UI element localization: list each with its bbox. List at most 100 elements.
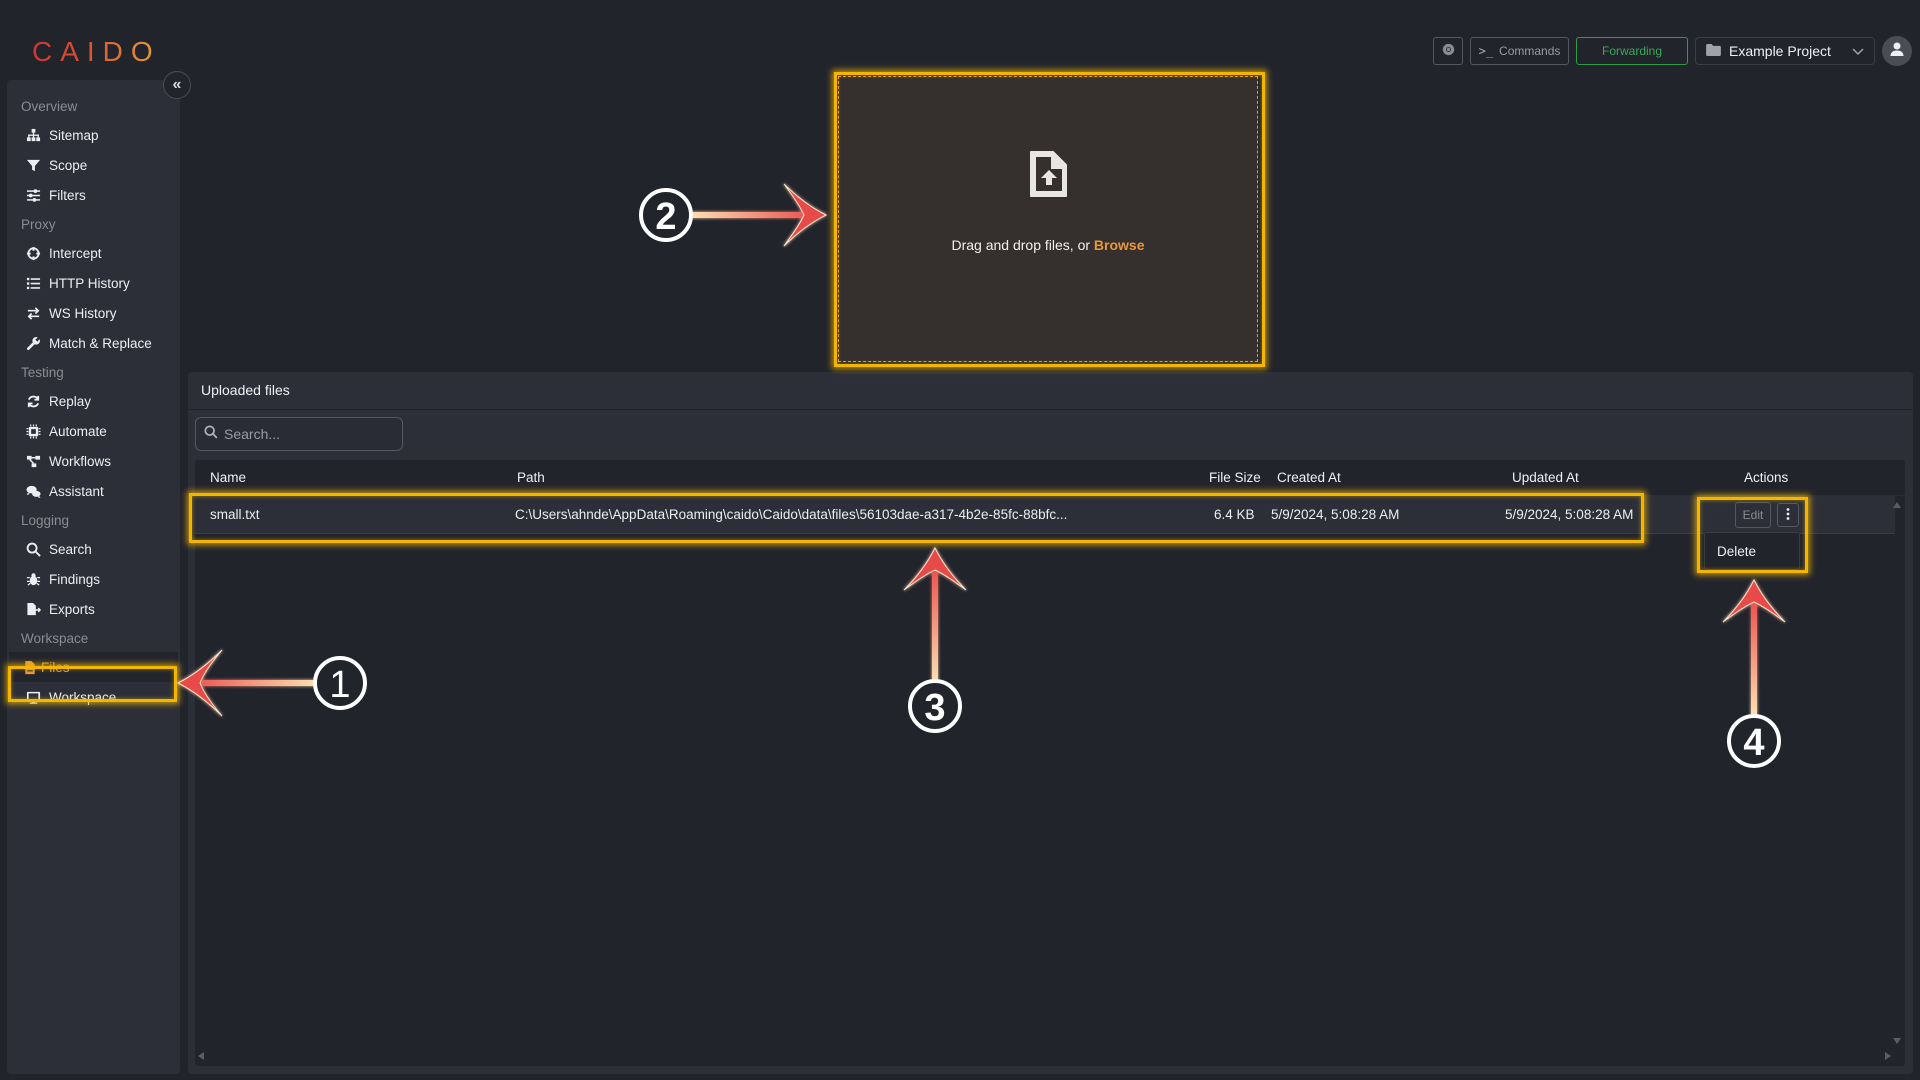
marker-2: 2 [639,188,693,242]
section-label-logging: Logging [21,513,70,528]
sidebar-item-workspace[interactable]: Workspace [7,682,180,712]
sidebar-item-findings[interactable]: Findings [7,564,180,594]
column-header-name[interactable]: Name [210,470,246,485]
commands-label: Commands [1499,44,1561,58]
search-icon [24,541,42,557]
chat-icon [24,483,42,499]
edit-button[interactable]: Edit [1735,502,1771,528]
sidebar-item-sitemap[interactable]: Sitemap [7,120,180,150]
file-size: 6.4 KB [1214,507,1255,522]
panel-title: Uploaded files [188,372,1913,410]
sidebar: Overview Sitemap Scope Filters Proxy Int… [7,80,180,1074]
sidebar-item-files[interactable]: Files [9,652,178,682]
section-label-testing: Testing [21,365,64,380]
sidebar-item-label: WS History [49,305,117,321]
table-row[interactable]: small.txt C:\Users\ahnde\AppData\Roaming… [195,496,1895,534]
sidebar-item-automate[interactable]: Automate [7,416,180,446]
sidebar-item-assistant[interactable]: Assistant [7,476,180,506]
uploaded-files-panel: Uploaded files Name Path File Size Creat… [188,372,1913,1074]
sidebar-item-exports[interactable]: Exports [7,594,180,624]
sidebar-item-match-replace[interactable]: Match & Replace [7,328,180,358]
refresh-icon [24,393,42,409]
sidebar-item-label: Sitemap [49,127,99,143]
sidebar-item-label: Intercept [49,245,102,261]
browser-button[interactable] [1433,37,1463,65]
sidebar-item-label: Match & Replace [49,335,152,351]
section-label-overview: Overview [21,99,78,114]
project-selector[interactable]: Example Project [1695,37,1875,65]
browse-link[interactable]: Browse [1094,237,1145,253]
sidebar-item-ws-history[interactable]: WS History [7,298,180,328]
wrench-icon [24,335,42,351]
double-chevron-left-icon: « [172,76,182,93]
chevron-down-icon [1852,43,1864,59]
sidebar-item-label: Workflows [49,453,112,469]
file-export-icon [24,601,42,617]
sidebar-item-scope[interactable]: Scope [7,150,180,180]
sitemap-icon [24,127,42,143]
workflow-icon [24,453,42,469]
menu-item-delete[interactable]: Delete [1717,544,1756,559]
list-icon [24,275,42,291]
dropzone-text: Drag and drop files, or Browse [952,237,1145,253]
file-dropzone[interactable]: Drag and drop files, or Browse [838,76,1258,362]
sidebar-item-search[interactable]: Search [7,534,180,564]
sidebar-item-label: Files [41,659,70,675]
topbar: >_ Commands Forwarding Example Project [1433,36,1912,66]
sliders-icon [24,187,42,203]
column-header-file-size[interactable]: File Size [1209,470,1261,485]
search-field[interactable] [195,417,403,451]
column-header-created-at[interactable]: Created At [1277,470,1341,485]
column-header-updated-at[interactable]: Updated At [1512,470,1579,485]
search-input[interactable] [224,426,394,442]
sidebar-item-replay[interactable]: Replay [7,386,180,416]
terminal-icon: >_ [1478,44,1494,58]
forwarding-button[interactable]: Forwarding [1576,37,1688,65]
section-label-workspace: Workspace [21,631,89,646]
search-icon [204,424,218,444]
sidebar-item-label: Search [49,541,92,557]
file-icon [24,659,36,675]
file-created-at: 5/9/2024, 5:08:28 AM [1271,507,1400,522]
commands-button[interactable]: >_ Commands [1470,37,1569,65]
collapse-sidebar-button[interactable]: « [163,71,191,99]
sidebar-item-label: Exports [49,601,95,617]
app-root: CAIDO « Overview Sitemap Scope Filters P… [0,0,1920,1080]
scroll-left-arrow[interactable] [198,1052,204,1060]
scroll-up-arrow[interactable] [1893,502,1901,508]
file-updated-at: 5/9/2024, 5:08:28 AM [1505,507,1634,522]
chrome-icon [1442,43,1455,59]
scroll-down-arrow[interactable] [1893,1038,1901,1044]
sidebar-item-label: Replay [49,393,92,409]
file-upload-icon [1028,150,1068,203]
user-icon [1889,41,1905,62]
column-header-path[interactable]: Path [517,470,545,485]
user-avatar[interactable] [1882,36,1912,66]
actions-dropdown-menu: Delete [1704,532,1800,570]
sidebar-item-label: Workspace [49,689,117,705]
project-name: Example Project [1729,43,1831,59]
sidebar-item-label: HTTP History [49,275,130,291]
sidebar-item-label: Assistant [49,483,104,499]
section-label-proxy: Proxy [21,217,56,232]
sidebar-item-label: Findings [49,571,101,587]
sidebar-item-http-history[interactable]: HTTP History [7,268,180,298]
filter-icon [24,157,42,173]
caido-logo: CAIDO [32,36,161,67]
dropzone-instruction: Drag and drop files, or [951,236,1094,253]
more-actions-button[interactable] [1777,503,1799,527]
vertical-ellipsis-icon [1786,507,1790,523]
annotation-arrow-2 [690,183,828,247]
scroll-right-arrow[interactable] [1885,1052,1891,1060]
svg-text:2: 2 [655,196,676,238]
sidebar-item-intercept[interactable]: Intercept [7,238,180,268]
folder-icon [1706,43,1721,59]
sidebar-item-label: Scope [49,157,88,173]
arrows-exchange-icon [24,305,42,321]
crosshair-icon [24,245,42,261]
chip-icon [24,423,42,439]
file-name: small.txt [210,507,260,522]
monitor-icon [24,689,42,705]
sidebar-item-workflows[interactable]: Workflows [7,446,180,476]
sidebar-item-filters[interactable]: Filters [7,180,180,210]
